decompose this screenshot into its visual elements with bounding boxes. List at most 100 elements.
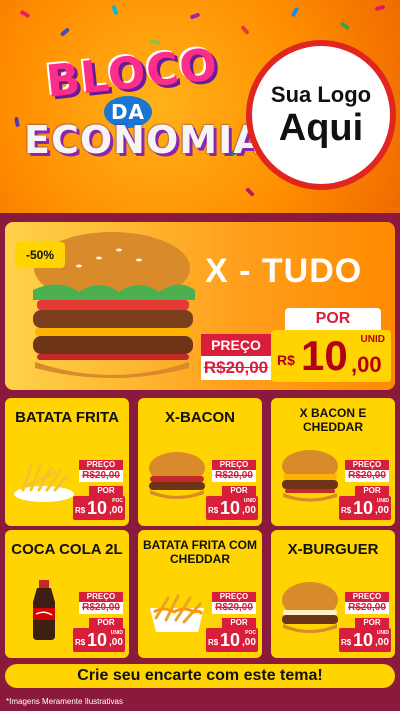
hero-price-dec: ,00 — [351, 352, 382, 377]
price-int: 10 — [87, 498, 108, 518]
fries-icon — [14, 462, 74, 502]
disclaimer-text: *Imagens Meramente Ilustrativas — [6, 697, 123, 706]
title-economia: ECONOMIA — [24, 118, 264, 162]
price-int: 10 — [353, 630, 374, 650]
new-price: R$ 10 ,00 UNID — [339, 496, 391, 520]
new-price: R$ 10 ,00 UNID — [73, 628, 125, 652]
old-price-value: R$20,00 — [215, 470, 253, 481]
burger-icon — [149, 452, 205, 499]
hero-product-name: X - TUDO — [205, 252, 363, 290]
new-price: R$ 10 ,00 UNID — [206, 496, 258, 520]
product-name: BATATA FRITA COM CHEDDAR — [143, 538, 257, 566]
old-price: R$20,00 — [212, 602, 256, 614]
price-dec: ,00 — [375, 637, 389, 648]
header-banner: BLOCO DA ECONOMIA Sua Logo Aqui — [0, 0, 400, 213]
hero-old-price-value: R$20,00 — [203, 358, 269, 377]
preco-label: PREÇO — [345, 460, 389, 470]
confetti-piece — [339, 21, 351, 31]
product-card-x-bacon: X-BACON PREÇO R$20,00 POR R$ 10 ,00 UNID — [138, 398, 262, 526]
por-label: POR — [222, 486, 256, 496]
por-label: POR — [355, 618, 389, 628]
confetti-piece — [19, 9, 31, 19]
old-price-value: R$20,00 — [215, 602, 253, 613]
old-price: R$20,00 — [345, 470, 389, 482]
unit: UNID — [243, 498, 256, 504]
preco-label: PREÇO — [79, 460, 123, 470]
product-card-x-bacon-cheddar: X BACON E CHEDDAR PREÇO R$20,00 POR R$ 1… — [271, 398, 395, 526]
confetti-piece — [290, 6, 300, 18]
por-label: POR — [355, 486, 389, 496]
preco-label: PREÇO — [345, 592, 389, 602]
product-card-batata-frita: BATATA FRITA PREÇO R$20,00 POR R$ 10 ,00… — [5, 398, 129, 526]
confetti-piece — [14, 116, 20, 128]
currency: R$ — [208, 506, 219, 515]
product-card-coca-cola: COCA COLA 2L PREÇO R$20,00 POR R$ 10 ,00… — [5, 530, 129, 658]
por-label: POR — [89, 486, 123, 496]
currency: R$ — [75, 638, 86, 647]
cta-banner: Crie seu encarte com este tema! — [5, 664, 395, 688]
logo-text-line2: Aqui — [278, 107, 364, 149]
hero-old-price: R$20,00 — [201, 356, 271, 380]
featured-product-card: -50% X - TUDO PREÇO R$20,00 POR R$ 10 ,0… — [5, 222, 395, 390]
product-name: X-BURGUER — [287, 541, 379, 558]
discount-badge: -50% — [15, 242, 65, 268]
old-price-value: R$20,00 — [348, 602, 386, 613]
price-dec: ,00 — [242, 637, 256, 648]
cheddar-burger-icon — [282, 450, 338, 502]
hero-price-int: 10 — [301, 332, 348, 379]
hero-preco-label: PREÇO — [201, 334, 271, 356]
product-card-x-burguer: X-BURGUER PREÇO R$20,00 POR R$ 10 ,00 UN… — [271, 530, 395, 658]
hero-currency: R$ — [277, 352, 295, 368]
price-dec: ,00 — [242, 505, 256, 516]
confetti-piece — [111, 4, 119, 16]
preco-label: PREÇO — [212, 460, 256, 470]
new-price: R$ 10 ,00 UNID — [339, 628, 391, 652]
old-price: R$20,00 — [79, 470, 123, 482]
confetti-piece — [59, 27, 71, 37]
product-name: X BACON E CHEDDAR — [299, 406, 367, 434]
old-price: R$20,00 — [79, 602, 123, 614]
confetti-piece — [189, 12, 201, 20]
currency: R$ — [208, 638, 219, 647]
old-price: R$20,00 — [212, 470, 256, 482]
hero-new-price: R$ 10 ,00 UNID — [271, 330, 391, 382]
unit: POC — [112, 498, 123, 504]
cheddar-fries-icon — [150, 594, 204, 632]
logo-text-line1: Sua Logo — [270, 82, 372, 107]
soda-bottle-icon — [33, 580, 55, 640]
product-name: X-BACON — [165, 409, 235, 426]
new-price: R$ 10 ,00 POC — [73, 496, 125, 520]
por-label: POR — [222, 618, 256, 628]
currency: R$ — [75, 506, 86, 515]
price-dec: ,00 — [109, 505, 123, 516]
old-price-value: R$20,00 — [82, 602, 120, 613]
price-dec: ,00 — [375, 505, 389, 516]
price-dec: ,00 — [109, 637, 123, 648]
unit: UNID — [376, 630, 389, 636]
old-price: R$20,00 — [345, 602, 389, 614]
old-price-value: R$20,00 — [348, 470, 386, 481]
unit: POC — [245, 630, 256, 636]
logo-placeholder: Sua Logo Aqui — [246, 40, 396, 190]
product-name: BATATA FRITA — [15, 409, 119, 426]
new-price: R$ 10 ,00 POC — [206, 628, 258, 652]
hero-por-label: POR — [285, 308, 381, 330]
preco-label: PREÇO — [79, 592, 123, 602]
bloco-da-economia-logo: BLOCO DA ECONOMIA — [24, 39, 263, 178]
confetti-piece — [374, 4, 386, 12]
confetti-piece — [240, 24, 250, 36]
preco-label: PREÇO — [212, 592, 256, 602]
unit: UNID — [110, 630, 123, 636]
price-int: 10 — [220, 498, 241, 518]
unit: UNID — [376, 498, 389, 504]
confetti-piece — [245, 187, 255, 197]
old-price-value: R$20,00 — [82, 470, 120, 481]
currency: R$ — [341, 638, 352, 647]
currency: R$ — [341, 506, 352, 515]
por-label: POR — [89, 618, 123, 628]
product-name: COCA COLA 2L — [11, 541, 123, 558]
price-int: 10 — [220, 630, 241, 650]
price-int: 10 — [353, 498, 374, 518]
price-int: 10 — [87, 630, 108, 650]
cheeseburger-icon — [282, 582, 338, 633]
